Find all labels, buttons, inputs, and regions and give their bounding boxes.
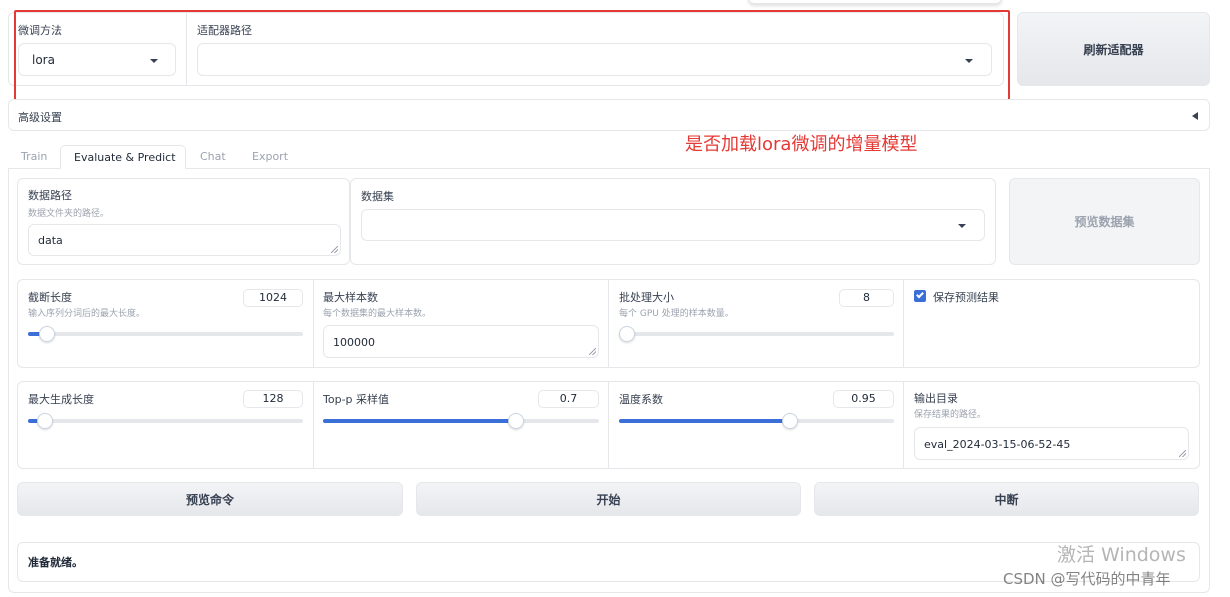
advanced-settings-accordion[interactable]: 高级设置 <box>8 99 1210 131</box>
divider <box>313 279 314 368</box>
preview-command-button[interactable]: 预览命令 <box>17 482 403 516</box>
checkmark-icon <box>915 290 924 299</box>
abort-button[interactable]: 中断 <box>814 482 1199 516</box>
dataset-dir-hint: 数据文件夹的路径。 <box>28 209 110 219</box>
batch-size-number[interactable]: 8 <box>839 289 894 307</box>
advanced-settings-label: 高级设置 <box>18 111 62 124</box>
start-button[interactable]: 开始 <box>416 482 801 516</box>
csdn-watermark: CSDN @写代码的中青年 <box>1003 570 1171 588</box>
slider-thumb[interactable] <box>39 326 55 342</box>
cutoff-len-number[interactable]: 1024 <box>243 289 303 307</box>
cutoff-len-label: 截断长度 <box>28 291 72 304</box>
slider-thumb[interactable] <box>37 413 53 429</box>
chevron-down-icon <box>958 224 966 228</box>
cutoff-len-hint: 输入序列分词后的最大长度。 <box>28 309 146 319</box>
preview-dataset-button[interactable]: 预览数据集 <box>1009 178 1200 265</box>
top-p-label: Top-p 采样值 <box>323 393 390 406</box>
slider-thumb[interactable] <box>782 413 798 429</box>
predict-label: 保存预测结果 <box>933 291 999 304</box>
annotation-box <box>14 10 1010 106</box>
status-text: 准备就绪。 <box>28 556 83 569</box>
resize-handle-icon <box>1179 450 1186 457</box>
dataset-dir-value: data <box>38 234 63 247</box>
max-samples-value: 100000 <box>333 336 375 349</box>
max-new-tokens-label: 最大生成长度 <box>28 393 94 406</box>
divider <box>608 279 609 368</box>
refresh-adapter-button[interactable]: 刷新适配器 <box>1017 12 1210 86</box>
divider <box>903 381 904 469</box>
batch-size-hint: 每个 GPU 处理的样本数量。 <box>619 309 734 319</box>
slider-thumb[interactable] <box>508 413 524 429</box>
output-dir-input[interactable]: eval_2024-03-15-06-52-45 <box>914 427 1189 460</box>
divider <box>903 279 904 368</box>
slider-fill <box>619 419 790 423</box>
max-new-tokens-number[interactable]: 128 <box>243 390 303 408</box>
output-dir-value: eval_2024-03-15-06-52-45 <box>924 438 1071 451</box>
divider <box>608 381 609 469</box>
top-p-slider[interactable] <box>323 413 599 429</box>
batch-size-label: 批处理大小 <box>619 291 674 304</box>
output-dir-hint: 保存结果的路径。 <box>914 410 987 420</box>
annotation-text: 是否加载lora微调的增量模型 <box>685 134 918 155</box>
dataset-dir-input[interactable]: data <box>28 224 341 256</box>
max-samples-label: 最大样本数 <box>323 291 378 304</box>
tab-export[interactable]: Export <box>252 150 288 163</box>
resize-handle-icon <box>331 246 338 253</box>
top-p-number[interactable]: 0.7 <box>538 390 599 408</box>
predict-checkbox[interactable] <box>914 290 926 302</box>
tab-evaluate-predict-label: Evaluate & Predict <box>74 151 176 164</box>
activate-windows-watermark: 激活 Windows <box>1057 544 1186 566</box>
max-new-tokens-slider[interactable] <box>28 413 303 429</box>
temperature-slider[interactable] <box>619 413 894 429</box>
tab-chat[interactable]: Chat <box>200 150 226 163</box>
max-samples-input[interactable]: 100000 <box>323 325 599 358</box>
dataset-label: 数据集 <box>361 190 394 203</box>
resize-handle-icon <box>589 348 596 355</box>
cutoff-len-slider[interactable] <box>28 326 303 342</box>
temperature-label: 温度系数 <box>619 393 663 406</box>
output-dir-label: 输出目录 <box>914 392 958 405</box>
tab-evaluate-predict[interactable]: Evaluate & Predict <box>60 145 186 169</box>
slider-fill <box>323 419 516 423</box>
tab-train[interactable]: Train <box>21 150 47 163</box>
slider-thumb[interactable] <box>619 326 635 342</box>
popup-edge <box>748 0 1002 4</box>
dataset-dropdown[interactable] <box>361 209 985 241</box>
max-samples-hint: 每个数据集的最大样本数。 <box>323 309 432 319</box>
batch-size-slider[interactable] <box>619 326 894 342</box>
temperature-number[interactable]: 0.95 <box>833 390 894 408</box>
dataset-dir-label: 数据路径 <box>28 189 72 202</box>
divider <box>313 381 314 469</box>
triangle-left-icon <box>1192 112 1198 120</box>
